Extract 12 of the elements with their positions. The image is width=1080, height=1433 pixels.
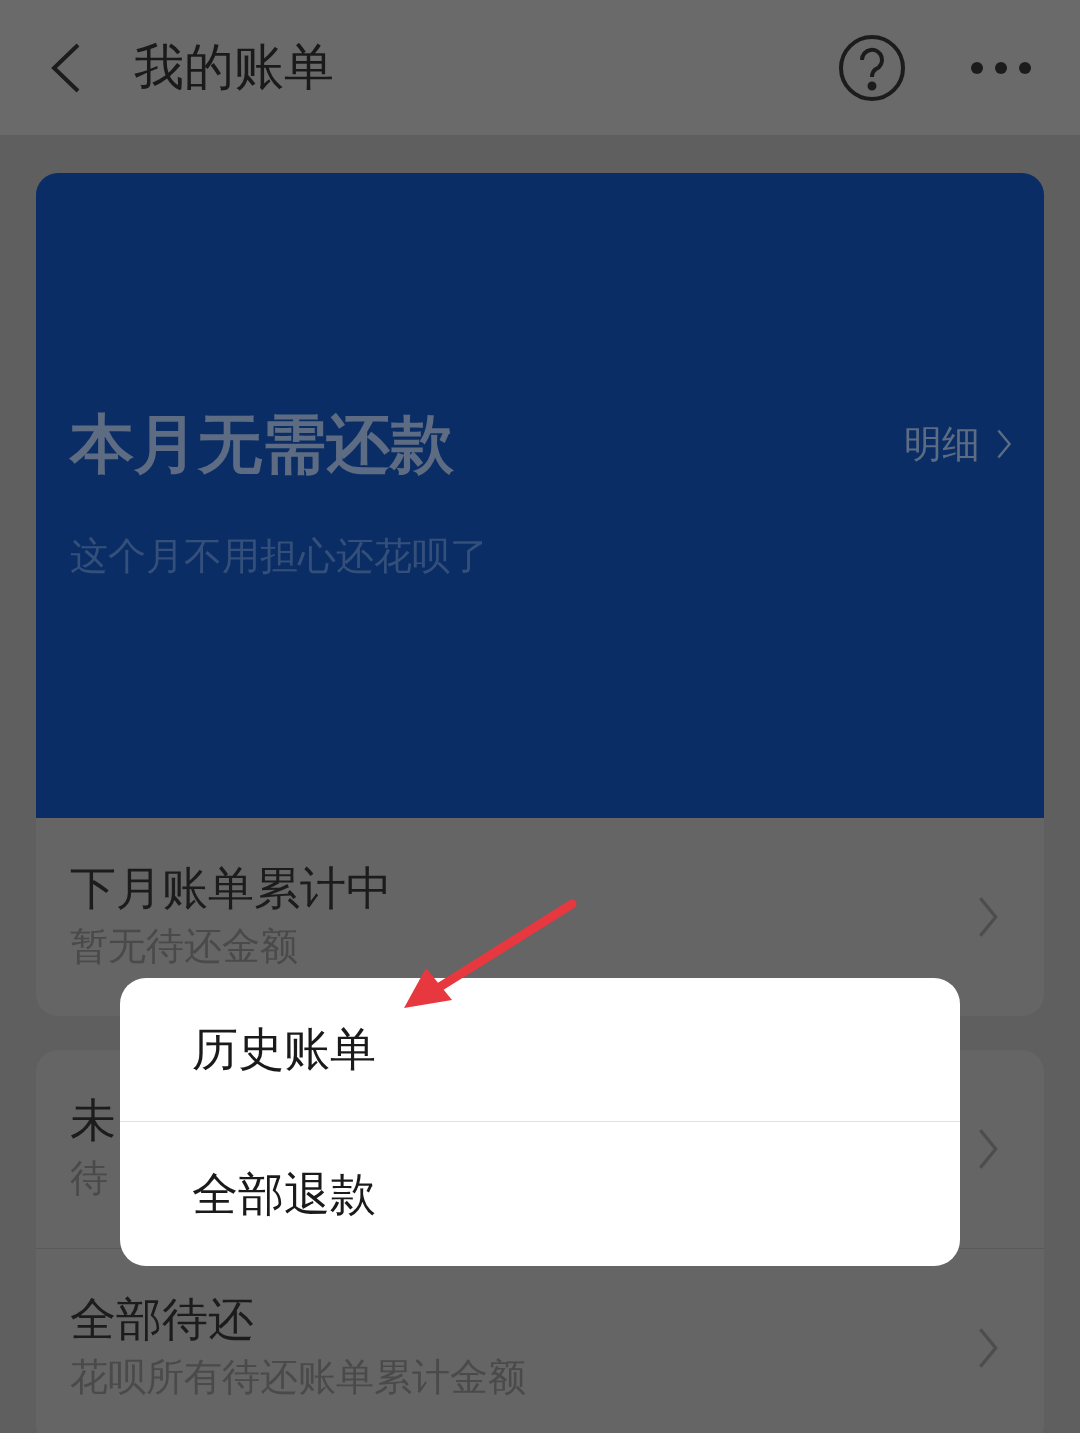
row-title: 全部待还 [70,1291,255,1348]
help-icon[interactable] [838,33,906,102]
chevron-right-icon [996,427,1012,461]
page-title: 我的账单 [134,37,334,98]
row-title: 下月账单累计中 [70,860,392,917]
chevron-right-icon [976,1326,1000,1370]
row-title: 未 [70,1092,116,1149]
chevron-right-icon [976,895,1000,939]
more-icon[interactable] [970,60,1032,75]
menu-item[interactable]: 全部退款 [120,1122,960,1266]
banner-title: 本月无需还款 [70,406,454,483]
chevron-right-icon [976,1127,1000,1171]
